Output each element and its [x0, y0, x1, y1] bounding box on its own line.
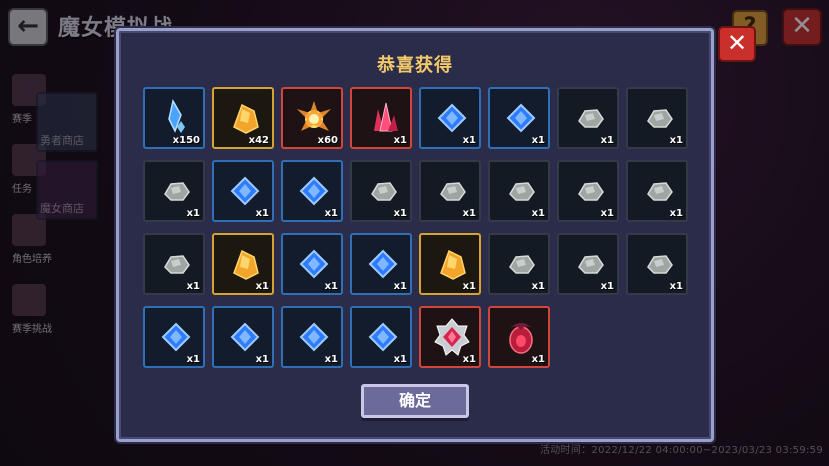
- gold-ore-icon: [224, 243, 266, 285]
- reward-slot[interactable]: x1: [212, 233, 274, 295]
- reward-slot[interactable]: x1: [350, 306, 412, 368]
- grey-stone-icon: [155, 170, 197, 212]
- grey-stone-icon: [431, 170, 473, 212]
- reward-count: x1: [255, 281, 269, 292]
- confirm-button[interactable]: 确定: [361, 384, 469, 418]
- silver-red-jewel-icon: [431, 316, 473, 358]
- reward-slot[interactable]: x1: [557, 87, 619, 149]
- reward-slot[interactable]: x1: [281, 233, 343, 295]
- reward-count: x60: [317, 135, 338, 146]
- blue-gem-icon: [224, 316, 266, 358]
- dialog-title: 恭喜获得: [377, 55, 453, 76]
- reward-slot[interactable]: x1: [143, 160, 205, 222]
- grey-stone-icon: [638, 97, 680, 139]
- reward-count: x1: [600, 208, 614, 219]
- red-crystal-cluster-icon: [362, 97, 404, 139]
- reward-count: x1: [393, 135, 407, 146]
- reward-count: x1: [324, 208, 338, 219]
- reward-count: x1: [255, 208, 269, 219]
- reward-slot[interactable]: x1: [350, 233, 412, 295]
- dragon-egg-icon: [500, 316, 542, 358]
- blue-gem-icon: [224, 170, 266, 212]
- reward-count: x1: [669, 135, 683, 146]
- grey-stone-icon: [569, 97, 611, 139]
- reward-count: x1: [531, 208, 545, 219]
- reward-count: x1: [669, 208, 683, 219]
- reward-count: x1: [255, 354, 269, 365]
- reward-count: x1: [324, 281, 338, 292]
- reward-slot[interactable]: x1: [419, 87, 481, 149]
- reward-slot[interactable]: x42: [212, 87, 274, 149]
- blue-gem-icon: [500, 97, 542, 139]
- reward-slot[interactable]: x1: [557, 233, 619, 295]
- grey-stone-icon: [500, 170, 542, 212]
- reward-slot[interactable]: x60: [281, 87, 343, 149]
- blue-crystal-shard-icon: [155, 97, 197, 139]
- reward-count: x1: [393, 354, 407, 365]
- gold-ore-icon: [224, 97, 266, 139]
- blue-gem-icon: [362, 316, 404, 358]
- grey-stone-icon: [500, 243, 542, 285]
- reward-slot[interactable]: x1: [626, 87, 688, 149]
- reward-slot[interactable]: x1: [281, 306, 343, 368]
- reward-slot[interactable]: x1: [488, 233, 550, 295]
- reward-slot[interactable]: x1: [212, 160, 274, 222]
- reward-count: x1: [393, 281, 407, 292]
- reward-slot[interactable]: x1: [488, 306, 550, 368]
- reward-slot[interactable]: x1: [419, 306, 481, 368]
- grey-stone-icon: [569, 170, 611, 212]
- grey-stone-icon: [569, 243, 611, 285]
- reward-count: x1: [531, 354, 545, 365]
- reward-slot[interactable]: x1: [419, 233, 481, 295]
- reward-count: x1: [186, 354, 200, 365]
- close-dialog-button[interactable]: ✕: [718, 26, 756, 62]
- reward-count: x150: [172, 135, 200, 146]
- grey-stone-icon: [638, 243, 680, 285]
- reward-slot[interactable]: x1: [350, 160, 412, 222]
- reward-slot[interactable]: x1: [143, 306, 205, 368]
- reward-count: x1: [186, 208, 200, 219]
- reward-count: x1: [393, 208, 407, 219]
- reward-count: x42: [248, 135, 269, 146]
- reward-slot[interactable]: x1: [419, 160, 481, 222]
- reward-count: x1: [324, 354, 338, 365]
- reward-count: x1: [669, 281, 683, 292]
- reward-count: x1: [600, 281, 614, 292]
- reward-count: x1: [531, 135, 545, 146]
- reward-slot[interactable]: x1: [557, 160, 619, 222]
- reward-slot[interactable]: x1: [212, 306, 274, 368]
- reward-count: x1: [462, 135, 476, 146]
- reward-slot[interactable]: x1: [488, 87, 550, 149]
- blue-gem-icon: [155, 316, 197, 358]
- reward-slot[interactable]: x1: [626, 233, 688, 295]
- reward-count: x1: [531, 281, 545, 292]
- reward-slot[interactable]: x150: [143, 87, 205, 149]
- reward-count: x1: [462, 354, 476, 365]
- blue-gem-icon: [362, 243, 404, 285]
- reward-slot[interactable]: x1: [626, 160, 688, 222]
- reward-dialog: 恭喜获得 x150 x42 x60 x1 x1 x1 x1 x1 x1 x1 x1 x1 x1 x1 x1 x…: [116, 28, 714, 442]
- grey-stone-icon: [362, 170, 404, 212]
- blue-gem-icon: [293, 316, 335, 358]
- flame-shard-icon: [293, 97, 335, 139]
- reward-slot[interactable]: x1: [143, 233, 205, 295]
- grey-stone-icon: [155, 243, 197, 285]
- reward-slot[interactable]: x1: [350, 87, 412, 149]
- blue-gem-icon: [431, 97, 473, 139]
- reward-count: x1: [186, 281, 200, 292]
- blue-gem-icon: [293, 243, 335, 285]
- reward-count: x1: [462, 208, 476, 219]
- blue-gem-icon: [293, 170, 335, 212]
- reward-slot[interactable]: x1: [281, 160, 343, 222]
- reward-slot[interactable]: x1: [488, 160, 550, 222]
- grey-stone-icon: [638, 170, 680, 212]
- reward-count: x1: [600, 135, 614, 146]
- gold-ore-icon: [431, 243, 473, 285]
- reward-count: x1: [462, 281, 476, 292]
